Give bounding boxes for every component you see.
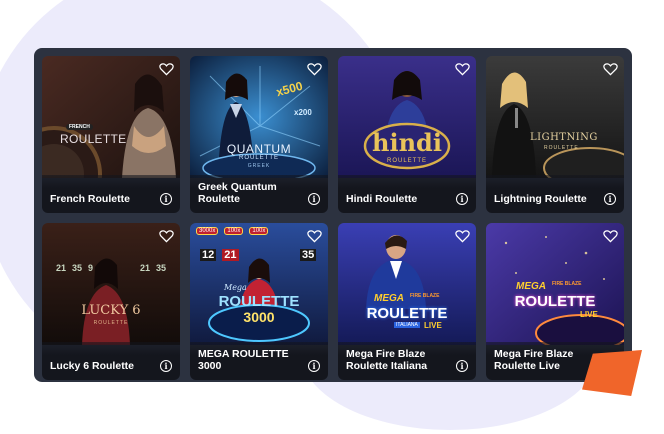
game-tile-french-roulette[interactable]: FRENCH ROULETTE French Roulette i [42, 56, 180, 213]
heart-icon[interactable] [159, 62, 174, 76]
game-tile-mega-roulette-3000[interactable]: 3000x 100x 100x 12 21 35 Mega ROULETTE 3… [190, 223, 328, 380]
game-logo-small: MEGA [516, 281, 546, 292]
roulette-number: 21 [56, 263, 67, 273]
info-icon[interactable]: i [604, 193, 616, 205]
info-icon[interactable]: i [160, 360, 172, 372]
game-logo: ROULETTE [218, 293, 300, 310]
roulette-number: 12 [200, 249, 217, 261]
game-logo-sub: LIVE [424, 321, 442, 330]
game-tile-lucky-6-roulette[interactable]: 21 35 9 21 35 LUCKY 6 ROULETTE Lucky 6 R… [42, 223, 180, 380]
game-title: MEGA ROULETTE 3000 [198, 348, 289, 372]
game-tile-lightning-roulette[interactable]: LIGHTNING ROULETTE Lightning Roulette i [486, 56, 624, 213]
game-title: Greek Quantum Roulette [198, 181, 277, 205]
roulette-number: 35 [300, 249, 317, 261]
number-strip: 12 21 [200, 249, 239, 261]
game-tile-mega-fire-blaze-roulette-italiana[interactable]: MEGA FIRE BLAZE ROULETTE ITALIANA LIVE M… [338, 223, 476, 380]
multiplier-chip: 100x [249, 227, 269, 235]
game-title: Mega Fire Blaze Roulette Live [494, 348, 574, 372]
heart-icon[interactable] [159, 229, 174, 243]
game-title: Mega Fire Blaze Roulette Italiana [346, 348, 428, 372]
heart-icon[interactable] [455, 62, 470, 76]
info-icon[interactable]: i [308, 360, 320, 372]
heart-icon[interactable] [307, 62, 322, 76]
game-logo-small: FIRE BLAZE [552, 281, 582, 287]
heart-icon[interactable] [307, 229, 322, 243]
game-title: Lightning Roulette [494, 193, 587, 205]
game-logo: hindi [372, 128, 442, 157]
game-logo-small: Mega [224, 283, 247, 292]
game-title: Hindi Roulette [346, 193, 418, 205]
roulette-number: 9 [88, 263, 94, 273]
number-strip: 21 35 9 [56, 263, 93, 273]
game-logo-small: MEGA [374, 293, 404, 304]
multiplier-chips: 3000x 100x 100x [196, 227, 269, 235]
game-logo-small: FRENCH [66, 124, 93, 130]
multiplier-badge: x200 [294, 108, 312, 117]
multiplier-chip: 3000x [196, 227, 219, 235]
game-logo-sub: LIVE [580, 310, 598, 319]
game-logo: ROULETTE [514, 293, 596, 310]
info-icon[interactable]: i [456, 193, 468, 205]
heart-icon[interactable] [603, 229, 618, 243]
game-grid-panel: FRENCH ROULETTE French Roulette i x500 x… [34, 48, 632, 382]
game-logo: ROULETTE [366, 305, 448, 322]
game-logo-sub: ROULETTE [386, 158, 427, 164]
game-grid: FRENCH ROULETTE French Roulette i x500 x… [42, 56, 624, 380]
game-logo-sub: ROULETTE [544, 145, 579, 151]
roulette-number: 35 [156, 263, 167, 273]
game-title: Lucky 6 Roulette [50, 360, 135, 372]
game-logo-sub: 3000 [243, 309, 275, 325]
info-icon[interactable]: i [456, 360, 468, 372]
info-icon[interactable]: i [160, 193, 172, 205]
heart-icon[interactable] [603, 62, 618, 76]
game-logo-sub: ROULETTE [93, 320, 129, 326]
info-icon[interactable]: i [308, 193, 320, 205]
game-logo-sub: ITALIANA [394, 322, 420, 328]
game-tile-greek-quantum-roulette[interactable]: x500 x200 QUANTUM ROULETTE GREEK Greek Q… [190, 56, 328, 213]
game-logo-sub: GREEK [247, 163, 271, 169]
game-title: French Roulette [50, 193, 130, 205]
multiplier-chip: 100x [224, 227, 244, 235]
game-tile-hindi-roulette[interactable]: hindi ROULETTE Hindi Roulette i [338, 56, 476, 213]
roulette-number: 21 [222, 249, 239, 261]
game-logo: QUANTUM [226, 142, 292, 156]
game-logo: LIGHTNING [530, 132, 598, 143]
game-logo: LUCKY 6 [81, 303, 141, 318]
heart-icon[interactable] [455, 229, 470, 243]
game-logo: ROULETTE [60, 132, 127, 146]
roulette-number: 35 [72, 263, 83, 273]
roulette-number: 21 [140, 263, 151, 273]
game-logo-small: FIRE BLAZE [410, 293, 440, 299]
number-strip: 21 35 [140, 263, 166, 273]
game-logo-sub: ROULETTE [238, 155, 279, 161]
